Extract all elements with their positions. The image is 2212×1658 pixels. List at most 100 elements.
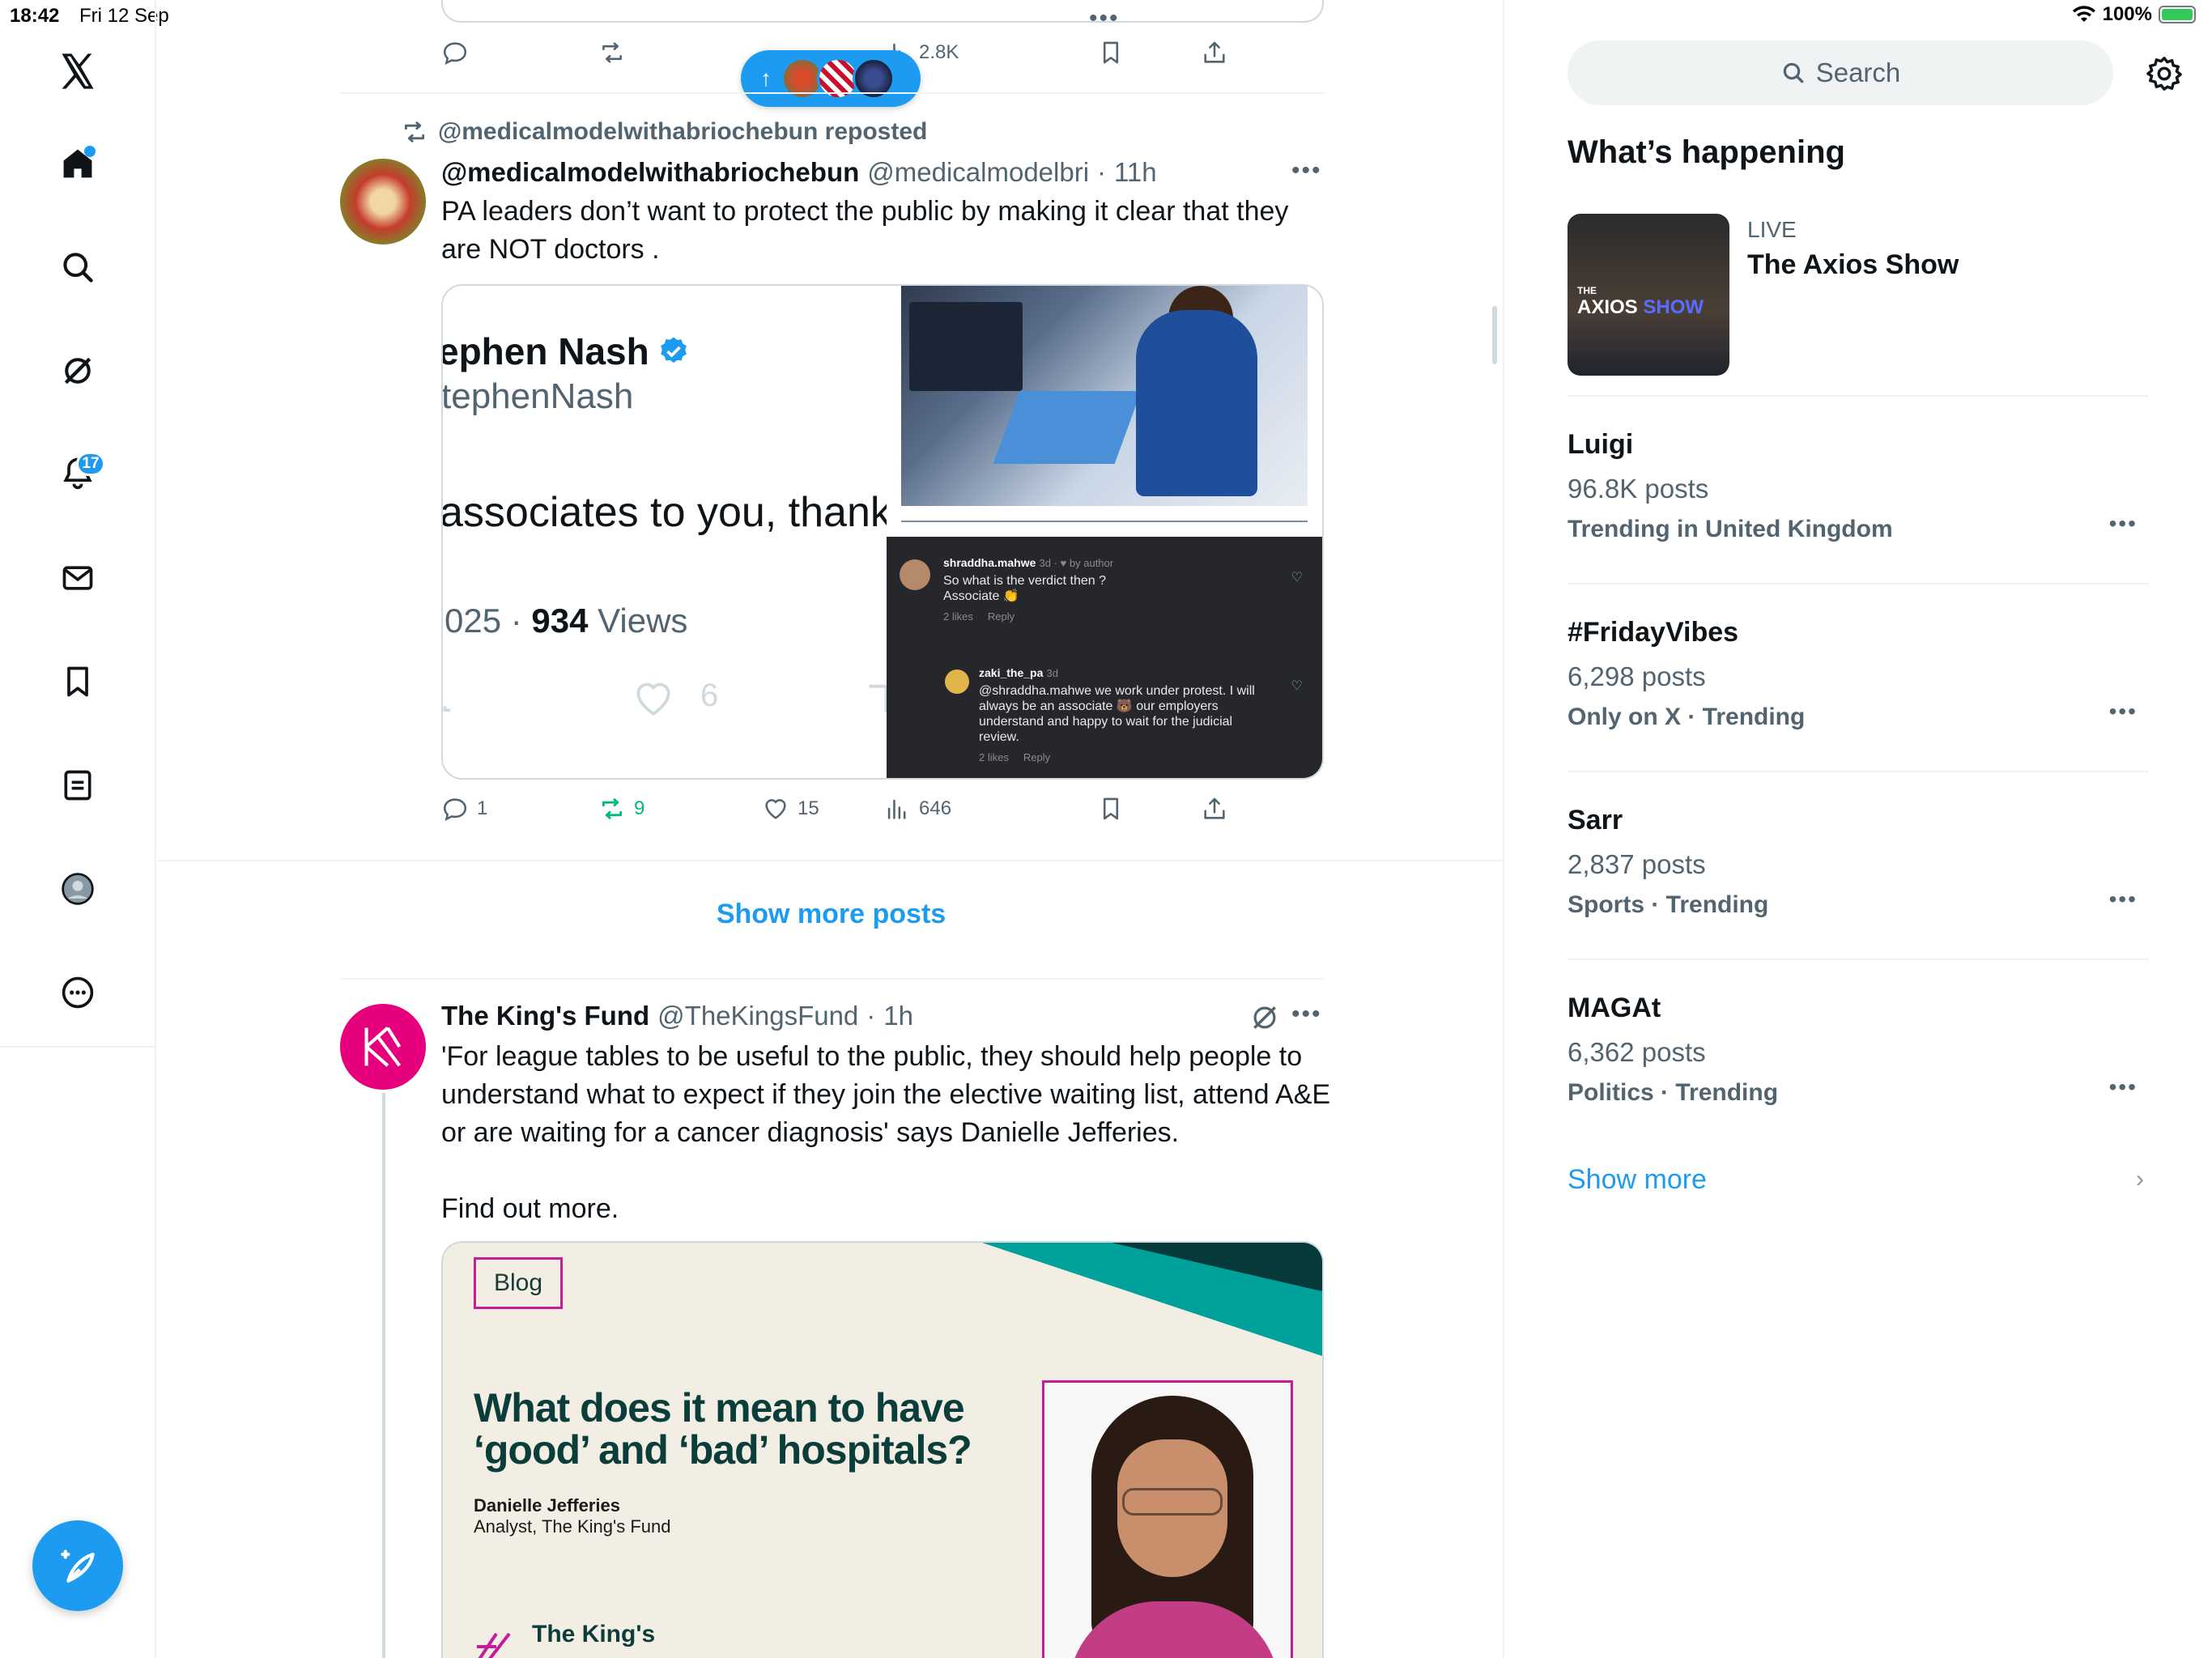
arrow-up-icon: ↑ bbox=[760, 66, 772, 91]
avatar[interactable] bbox=[340, 159, 426, 244]
nav-notifications[interactable]: 17 bbox=[49, 444, 107, 502]
nav-home[interactable] bbox=[49, 134, 107, 193]
grok-icon[interactable] bbox=[1249, 1002, 1280, 1033]
tweet-time[interactable]: 11h bbox=[1114, 157, 1157, 188]
author-handle[interactable]: @TheKingsFund bbox=[657, 1001, 858, 1031]
heart-icon: ♡ bbox=[1291, 571, 1303, 585]
views-icon bbox=[887, 799, 906, 819]
more-options-icon[interactable]: ••• bbox=[1291, 1001, 1322, 1028]
verified-icon bbox=[660, 337, 687, 363]
live-title[interactable]: The Axios Show bbox=[1747, 249, 1959, 281]
comment-meta: 3d bbox=[1046, 667, 1059, 679]
comment-text: So what is the verdict then ? Associate … bbox=[943, 574, 1106, 603]
more-options-icon[interactable]: ••• bbox=[2109, 699, 2138, 725]
repost-icon bbox=[602, 798, 623, 819]
reply-count: 1 bbox=[477, 797, 488, 819]
nav-explore[interactable] bbox=[49, 238, 107, 296]
thread-line bbox=[382, 1093, 385, 1658]
bookmark-icon bbox=[869, 684, 887, 713]
search-icon bbox=[63, 253, 93, 283]
views-button[interactable]: 646 bbox=[883, 795, 951, 823]
new-posts-pill[interactable]: ↑ bbox=[741, 50, 921, 107]
reply-button[interactable]: 1 bbox=[441, 795, 487, 823]
nav-divider bbox=[0, 1046, 156, 1048]
live-thumbnail[interactable]: THE AXIOS SHOW bbox=[1568, 214, 1729, 376]
tweet-time[interactable]: 1h bbox=[883, 1001, 913, 1031]
repost-button[interactable] bbox=[598, 39, 626, 66]
carousel-dots-icon: ••• bbox=[1089, 5, 1120, 32]
share-button[interactable] bbox=[1201, 795, 1228, 823]
more-options-icon[interactable]: ••• bbox=[1291, 157, 1322, 185]
trend-count: 6,298 posts bbox=[1568, 661, 1706, 691]
like-count: 15 bbox=[798, 797, 819, 819]
share-button[interactable] bbox=[1201, 39, 1228, 66]
repost-icon bbox=[443, 706, 451, 712]
gear-icon[interactable] bbox=[2146, 55, 2183, 92]
share-icon bbox=[1204, 41, 1225, 63]
trend-item[interactable]: #FridayVibes 6,298 posts Only on X · Tre… bbox=[1568, 617, 2149, 731]
timeline[interactable]: ••• 2.8K ↑ @medicalmodelwithabriochebun … bbox=[158, 0, 1504, 1658]
trend-divider bbox=[1568, 583, 2149, 585]
trend-divider bbox=[1568, 959, 2149, 960]
trend-context: Only on X · Trending bbox=[1568, 704, 1806, 730]
compose-button[interactable] bbox=[32, 1520, 123, 1611]
views-count: 646 bbox=[919, 797, 952, 819]
previous-tweet-card[interactable] bbox=[441, 0, 1324, 23]
author-handle[interactable]: @medicalmodelbri bbox=[867, 157, 1089, 188]
embedded-meta: 025 · 934 Views bbox=[445, 602, 687, 640]
trend-item[interactable]: MAGAt 6,362 posts Politics · Trending ••… bbox=[1568, 993, 2149, 1107]
repost-indicator: @medicalmodelwithabriochebun reposted bbox=[401, 118, 927, 146]
card-author: Danielle Jefferies bbox=[474, 1495, 620, 1516]
chevron-right-icon: › bbox=[2136, 1166, 2144, 1192]
bookmark-icon bbox=[1103, 797, 1119, 820]
whats-happening-title: What’s happening bbox=[1568, 134, 1845, 170]
author-name[interactable]: The King's Fund bbox=[441, 1001, 649, 1031]
kings-fund-logo-icon bbox=[364, 1027, 402, 1067]
bookmark-button[interactable] bbox=[1097, 39, 1125, 66]
left-nav: 17 bbox=[0, 0, 156, 1658]
tweet-header: @medicalmodelwithabriochebun @medicalmod… bbox=[441, 157, 1157, 188]
bookmark-icon bbox=[67, 666, 88, 697]
thumb-brand: AXIOS bbox=[1577, 296, 1638, 318]
logo-text: The King's bbox=[532, 1621, 656, 1647]
grok-icon bbox=[64, 357, 91, 385]
author-name[interactable]: @medicalmodelwithabriochebun bbox=[441, 157, 859, 188]
tweet-media[interactable]: ephen Nash tephenNash associates to you,… bbox=[441, 284, 1324, 780]
avatar[interactable] bbox=[340, 1004, 426, 1090]
more-options-icon[interactable]: ••• bbox=[2109, 511, 2138, 537]
tweet-actions: 1 9 15 646 bbox=[441, 795, 1372, 827]
tweet-divider bbox=[340, 978, 1324, 980]
repost-button[interactable]: 9 bbox=[598, 795, 644, 823]
author-photo bbox=[1042, 1380, 1293, 1658]
nav-lists[interactable] bbox=[49, 756, 107, 814]
bookmark-button[interactable] bbox=[1097, 795, 1125, 823]
bookmark-icon bbox=[1103, 41, 1119, 64]
section-divider bbox=[158, 860, 1503, 861]
embedded-name: ephen Nash bbox=[443, 329, 690, 373]
trend-item[interactable]: Luigi 96.8K posts Trending in United Kin… bbox=[1568, 429, 2149, 543]
x-logo-icon[interactable] bbox=[49, 42, 107, 100]
more-options-icon[interactable]: ••• bbox=[2109, 886, 2138, 912]
link-preview-card[interactable]: Blog What does it mean to have ‘good’ an… bbox=[441, 1241, 1324, 1658]
more-options-icon[interactable]: ••• bbox=[2109, 1074, 2138, 1100]
search-input[interactable]: Search bbox=[1568, 40, 2113, 105]
embedded-name-text: ephen Nash bbox=[443, 330, 649, 372]
scrollbar[interactable] bbox=[1492, 306, 1497, 364]
notifications-badge: 17 bbox=[76, 452, 105, 476]
show-more-trends-link[interactable]: Show more bbox=[1568, 1164, 1707, 1196]
show-more-posts-link[interactable]: Show more posts bbox=[158, 899, 1503, 930]
nav-more[interactable] bbox=[49, 963, 107, 1022]
mail-icon bbox=[62, 566, 93, 590]
more-circle-icon bbox=[62, 976, 94, 1009]
comment-footer: 2 likes Reply bbox=[943, 610, 1015, 623]
heart-icon: ♡ bbox=[1291, 679, 1303, 693]
trend-item[interactable]: Sarr 2,837 posts Sports · Trending ••• bbox=[1568, 805, 2149, 919]
comment-user: shraddha.mahwe bbox=[943, 556, 1036, 569]
nav-profile[interactable] bbox=[49, 860, 107, 918]
nav-bookmarks[interactable] bbox=[49, 653, 107, 711]
like-button[interactable]: 15 bbox=[762, 795, 819, 823]
nav-messages[interactable] bbox=[49, 549, 107, 607]
nav-grok[interactable] bbox=[49, 342, 107, 400]
reply-button[interactable] bbox=[441, 39, 469, 66]
search-icon bbox=[1783, 62, 1804, 83]
